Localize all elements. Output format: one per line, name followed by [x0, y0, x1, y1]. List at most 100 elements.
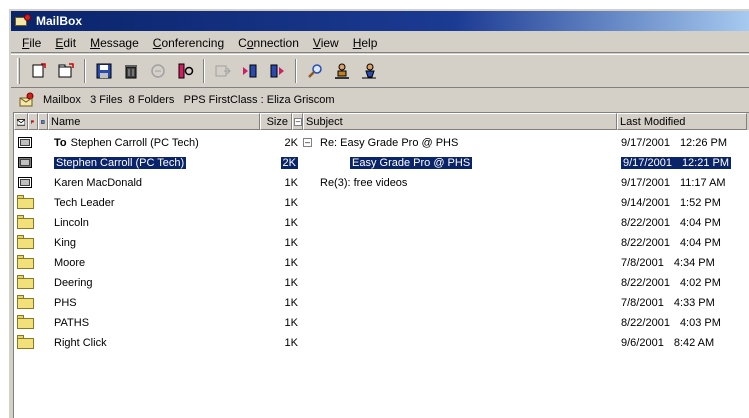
thread-column-header[interactable]: – [292, 113, 303, 130]
next-message-icon[interactable] [266, 60, 288, 82]
last-modified-column-header[interactable]: Last Modified [617, 113, 747, 130]
row-size: 1K [284, 257, 298, 269]
toolbar [11, 54, 749, 88]
menu-connection[interactable]: Connection [231, 36, 306, 50]
toolbar-grip[interactable] [17, 58, 20, 84]
row-time: 12:21 PM [681, 157, 730, 169]
row-name: Tech Leader [54, 197, 115, 209]
row-date: 8/22/2001 [621, 277, 670, 289]
row-date: 7/8/2001 [621, 297, 664, 309]
folder-row[interactable]: Moore 1K 7/8/2001 4:34 PM [14, 253, 749, 273]
row-date: 7/8/2001 [621, 257, 664, 269]
menu-label: Conferencing [152, 35, 225, 50]
folder-row[interactable]: Tech Leader 1K 9/14/2001 1:52 PM [14, 193, 749, 213]
previous-message-icon[interactable] [239, 60, 261, 82]
title-bar[interactable]: MailBox [11, 11, 749, 31]
row-last-modified: 7/8/2001 4:33 PM [621, 297, 715, 309]
row-size: 1K [284, 317, 298, 329]
toolbar-separator [295, 59, 297, 83]
row-last-modified: 9/17/2001 12:21 PM [621, 157, 732, 169]
row-size: 2K [284, 137, 298, 149]
row-size: 1K [284, 217, 298, 229]
last-modified-column-label: Last Modified [620, 115, 686, 128]
mailbox-path-bar: Mailbox 3 Files 8 Folders PPS FirstClass… [11, 90, 749, 110]
save-icon[interactable] [93, 60, 115, 82]
mailbox-icon [19, 92, 34, 107]
menu-conferencing[interactable]: Conferencing [146, 36, 231, 50]
row-name: Karen MacDonald [54, 177, 143, 189]
row-time: 1:52 PM [679, 197, 721, 209]
folder-icon [17, 255, 34, 269]
row-name: Moore [54, 257, 86, 269]
attachment-column-header[interactable] [38, 113, 48, 130]
row-date: 8/22/2001 [621, 317, 670, 329]
folder-row[interactable]: PHS 1K 7/8/2001 4:33 PM [14, 293, 749, 313]
row-size: 1K [284, 237, 298, 249]
row-date: 9/17/2001 [623, 157, 672, 169]
resume-icon[interactable] [358, 60, 380, 82]
message-icon [18, 157, 32, 168]
folder-icon [17, 195, 34, 209]
row-name: Stephen Carroll (PC Tech) [70, 137, 199, 149]
row-last-modified: 8/22/2001 4:02 PM [621, 277, 721, 289]
window-title: MailBox [36, 14, 83, 28]
column-headers: Name Size – Subject Last Modified [14, 113, 749, 130]
mailbox-path-text: Mailbox 3 Files 8 Folders PPS FirstClass… [43, 94, 335, 106]
find-icon[interactable] [304, 60, 326, 82]
new-document-icon[interactable] [28, 60, 50, 82]
folder-row[interactable]: Deering 1K 8/22/2001 4:02 PM [14, 273, 749, 293]
menu-edit[interactable]: Edit [48, 36, 83, 50]
row-last-modified: 9/17/2001 11:17 AM [621, 177, 726, 189]
name-column-label: Name [51, 115, 81, 128]
collapse-all-icon: – [294, 116, 302, 126]
folder-row[interactable]: Right Click 1K 9/6/2001 8:42 AM [14, 333, 749, 353]
folder-icon [17, 235, 34, 249]
status-column-header[interactable] [14, 113, 28, 130]
message-row[interactable]: Stephen Carroll (PC Tech) 2K Easy Grade Pr… [14, 153, 749, 173]
menu-view[interactable]: View [306, 36, 346, 50]
row-subject: Re: Easy Grade Pro @ PHS [320, 137, 459, 149]
delete-trash-icon[interactable] [120, 60, 142, 82]
toolbar-separator [203, 59, 205, 83]
row-subject: Easy Grade Pro @ PHS [350, 157, 473, 169]
row-last-modified: 9/14/2001 1:52 PM [621, 197, 721, 209]
row-last-modified: 9/17/2001 12:26 PM [621, 137, 727, 149]
row-last-modified: 8/22/2001 4:04 PM [621, 237, 721, 249]
menu-file[interactable]: File [15, 36, 48, 50]
folder-row[interactable]: King 1K 8/22/2001 4:04 PM [14, 233, 749, 253]
mailbox-app-icon [15, 14, 31, 28]
subject-column-header[interactable]: Subject [303, 113, 617, 130]
name-column-header[interactable]: Name [48, 113, 260, 130]
envelope-icon [17, 118, 25, 126]
size-column-header[interactable]: Size [260, 113, 292, 130]
message-list[interactable]: Name Size – Subject Last Modified To Step… [13, 112, 749, 418]
row-size: 1K [284, 197, 298, 209]
row-time: 4:34 PM [673, 257, 715, 269]
menu-help[interactable]: Help [346, 36, 385, 50]
row-time: 4:33 PM [673, 297, 715, 309]
message-row[interactable]: To Stephen Carroll (PC Tech) 2K – Re: Easy G… [14, 133, 749, 153]
message-row[interactable]: Karen MacDonald 1K Re(3): free videos 9/17/… [14, 173, 749, 193]
row-last-modified: 9/6/2001 8:42 AM [621, 337, 714, 349]
message-icon [18, 177, 32, 188]
folder-icon [17, 335, 34, 349]
thread-collapse-icon[interactable]: – [303, 138, 312, 147]
red-flag-icon [31, 119, 34, 124]
row-last-modified: 7/8/2001 4:34 PM [621, 257, 715, 269]
flag-column-header[interactable] [28, 113, 38, 130]
user-icon[interactable] [331, 60, 353, 82]
folder-row[interactable]: Lincoln 1K 8/22/2001 4:04 PM [14, 213, 749, 233]
row-size: 1K [284, 177, 298, 189]
menu-message[interactable]: Message [83, 36, 146, 50]
conference-icon[interactable] [174, 60, 196, 82]
new-folder-icon[interactable] [55, 60, 77, 82]
menu-label: Edit [55, 35, 77, 50]
folder-row[interactable]: PATHS 1K 8/22/2001 4:03 PM [14, 313, 749, 333]
row-last-modified: 8/22/2001 4:03 PM [621, 317, 721, 329]
folder-icon [17, 215, 34, 229]
row-name: PATHS [54, 317, 90, 329]
row-date: 9/6/2001 [621, 337, 664, 349]
size-column-label: Size [266, 115, 288, 128]
row-size: 2K [280, 157, 298, 169]
disabled-icon [147, 60, 169, 82]
